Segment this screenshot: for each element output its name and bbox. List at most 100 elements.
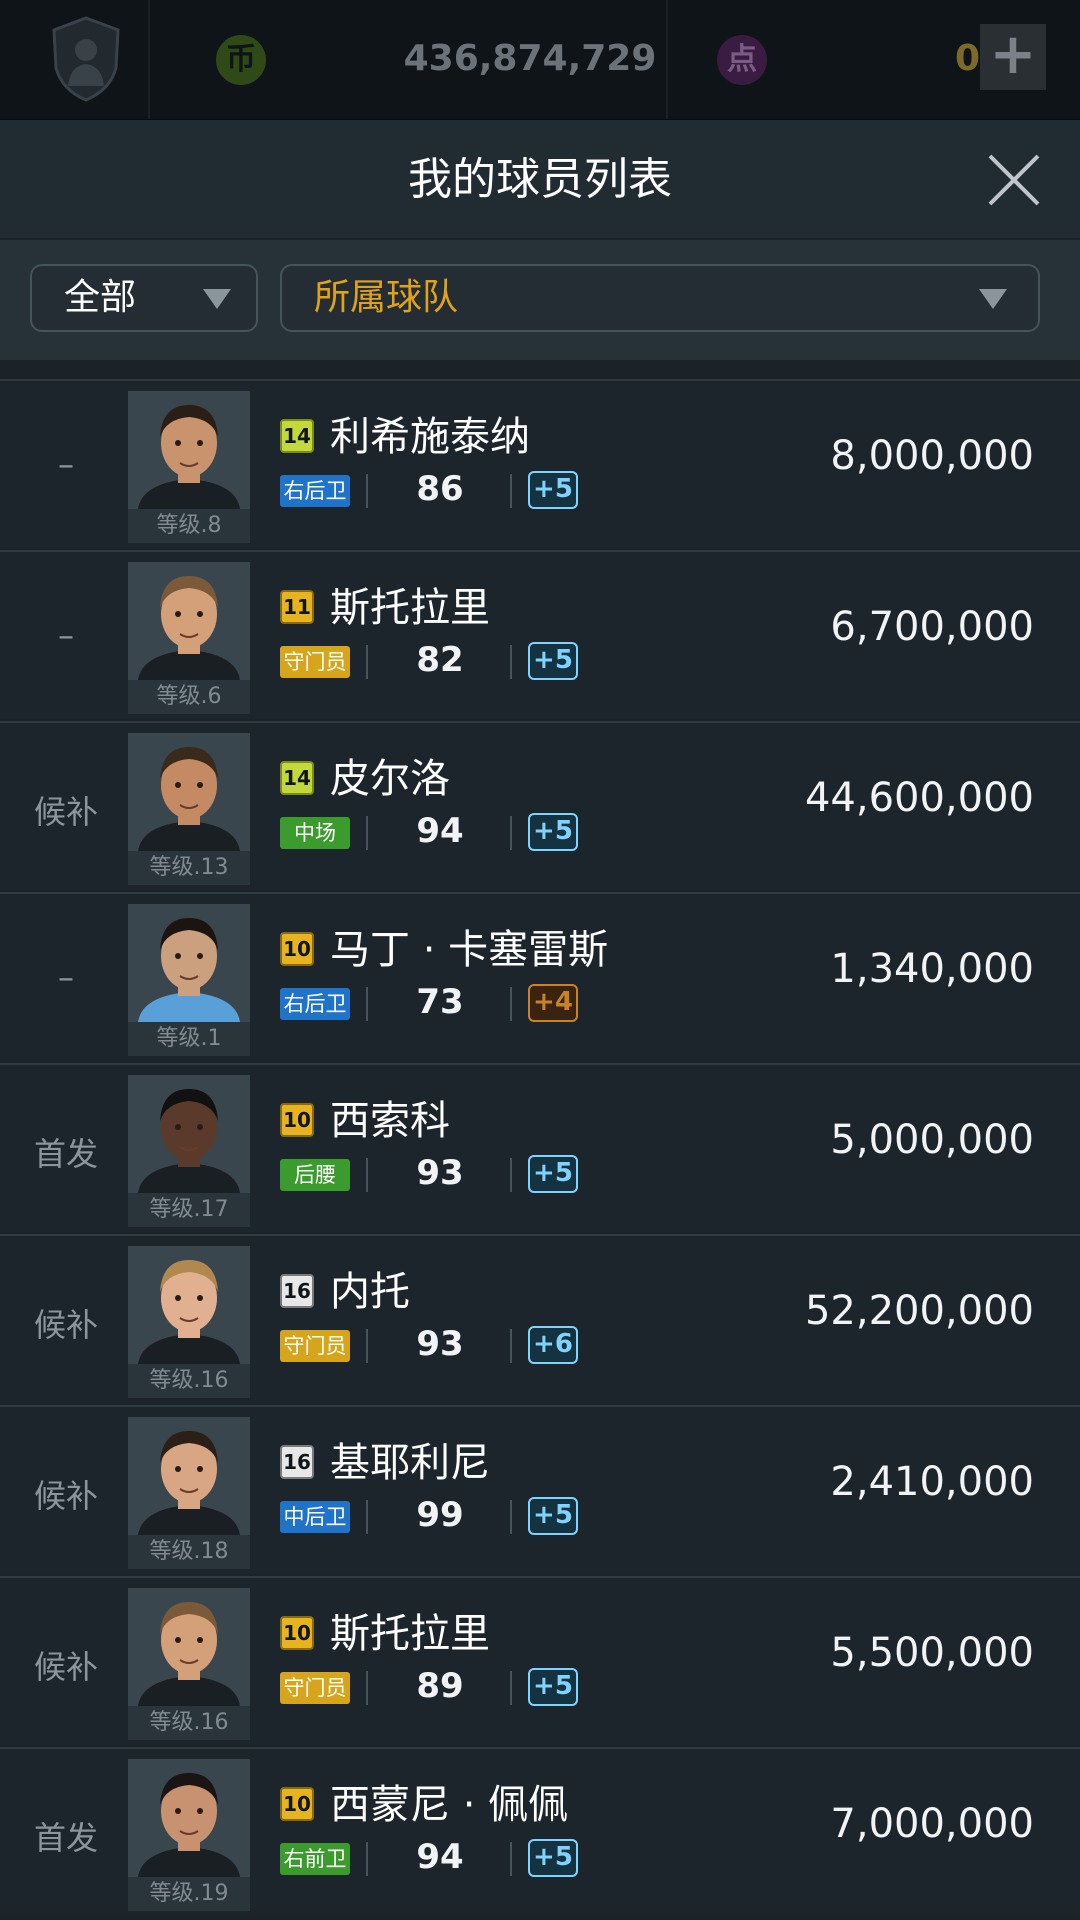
position-tag: 右后卫 — [280, 988, 350, 1020]
divider — [148, 0, 150, 119]
player-portrait[interactable]: 等级.16 — [128, 1588, 250, 1740]
player-photo-icon — [128, 1417, 250, 1535]
player-price: 1,340,000 — [830, 946, 1034, 992]
player-row[interactable]: – 等级.8 14 利希施泰纳 右后卫 86 +5 8,000,000 — [0, 379, 1080, 548]
player-row[interactable]: – 等级.6 11 斯托拉里 守门员 82 +5 6,700,000 — [0, 550, 1080, 719]
position-tag: 中场 — [280, 817, 350, 849]
divider — [366, 1671, 368, 1705]
point-icon: 点 — [717, 35, 767, 85]
team-dropdown[interactable]: 所属球队 — [280, 264, 1040, 332]
season-badge: 14 — [280, 419, 314, 453]
player-price: 5,000,000 — [830, 1117, 1034, 1163]
player-name: 斯托拉里 — [330, 585, 490, 631]
divider — [366, 987, 368, 1021]
player-price: 52,200,000 — [804, 1288, 1034, 1334]
manager-avatar-icon[interactable] — [50, 16, 122, 102]
player-portrait[interactable]: 等级.13 — [128, 733, 250, 885]
lineup-status: – — [58, 958, 74, 996]
chevron-down-icon — [979, 289, 1007, 309]
player-portrait[interactable]: 等级.19 — [128, 1759, 250, 1911]
player-row[interactable]: 首发 等级.17 10 西索科 后腰 93 +5 5,000,000 — [0, 1063, 1080, 1232]
coin-balance: 436,874,729 — [403, 38, 657, 79]
position-tag: 右前卫 — [280, 1843, 350, 1875]
divider — [366, 816, 368, 850]
season-badge: 11 — [280, 590, 314, 624]
divider — [666, 0, 668, 119]
player-portrait[interactable]: 等级.1 — [128, 904, 250, 1056]
player-level: 等级.13 — [128, 851, 250, 885]
player-portrait[interactable]: 等级.16 — [128, 1246, 250, 1398]
point-balance: 0 — [954, 38, 980, 79]
overall-rating: 82 — [416, 640, 464, 680]
position-tag: 中后卫 — [280, 1501, 350, 1533]
enhance-level-badge: +5 — [528, 1668, 578, 1706]
player-price: 44,600,000 — [804, 775, 1034, 821]
player-photo-icon — [128, 1588, 250, 1706]
divider — [510, 645, 512, 679]
category-dropdown[interactable]: 全部 — [30, 264, 258, 332]
chevron-down-icon — [203, 289, 231, 309]
player-level: 等级.18 — [128, 1535, 250, 1569]
player-photo-icon — [128, 562, 250, 680]
player-name: 马丁 · 卡塞雷斯 — [330, 927, 609, 973]
divider — [510, 1842, 512, 1876]
overall-rating: 86 — [416, 469, 464, 509]
player-row[interactable]: – 等级.1 10 马丁 · 卡塞雷斯 右后卫 73 +4 1,340,000 — [0, 892, 1080, 1061]
player-name: 内托 — [330, 1269, 410, 1315]
player-photo-icon — [128, 1075, 250, 1193]
player-name: 西索科 — [330, 1098, 450, 1144]
player-name: 利希施泰纳 — [330, 414, 530, 460]
player-row[interactable]: 候补 等级.18 16 基耶利尼 中后卫 99 +5 2,410,000 — [0, 1405, 1080, 1574]
enhance-level-badge: +5 — [528, 471, 578, 509]
lineup-status: – — [58, 445, 74, 483]
season-badge: 10 — [280, 1787, 314, 1821]
overall-rating: 89 — [416, 1666, 464, 1706]
player-price: 6,700,000 — [830, 604, 1034, 650]
player-photo-icon — [128, 1246, 250, 1364]
position-tag: 守门员 — [280, 1672, 350, 1704]
divider — [510, 1671, 512, 1705]
player-photo-icon — [128, 733, 250, 851]
divider — [510, 1158, 512, 1192]
close-icon[interactable] — [986, 152, 1042, 208]
player-level: 等级.17 — [128, 1193, 250, 1227]
season-badge: 14 — [280, 761, 314, 795]
season-badge: 16 — [280, 1274, 314, 1308]
overall-rating: 93 — [416, 1324, 464, 1364]
enhance-level-badge: +5 — [528, 1839, 578, 1877]
player-portrait[interactable]: 等级.17 — [128, 1075, 250, 1227]
player-row[interactable]: 候补 等级.13 14 皮尔洛 中场 94 +5 44,600,000 — [0, 721, 1080, 890]
enhance-level-badge: +5 — [528, 813, 578, 851]
page-title: 我的球员列表 — [408, 154, 672, 205]
player-row[interactable]: 首发 等级.19 10 西蒙尼 · 佩佩 右前卫 94 +5 7,000,000 — [0, 1747, 1080, 1916]
overall-rating: 73 — [416, 982, 464, 1022]
divider — [366, 1329, 368, 1363]
player-level: 等级.1 — [128, 1022, 250, 1056]
lineup-status: 候补 — [33, 1306, 98, 1344]
player-photo-icon — [128, 391, 250, 509]
position-tag: 后腰 — [280, 1159, 350, 1191]
overall-rating: 94 — [416, 1837, 464, 1877]
player-portrait[interactable]: 等级.8 — [128, 391, 250, 543]
lineup-status: 候补 — [33, 793, 98, 831]
lineup-status: 首发 — [33, 1135, 98, 1173]
divider — [366, 1500, 368, 1534]
add-points-button[interactable]: + — [980, 24, 1046, 90]
player-level: 等级.8 — [128, 509, 250, 543]
lineup-status: 候补 — [33, 1648, 98, 1686]
team-dropdown-label: 所属球队 — [314, 277, 459, 318]
divider — [510, 1329, 512, 1363]
lineup-status: 首发 — [33, 1819, 98, 1857]
player-level: 等级.19 — [128, 1877, 250, 1911]
player-portrait[interactable]: 等级.18 — [128, 1417, 250, 1569]
divider — [366, 474, 368, 508]
category-dropdown-label: 全部 — [64, 277, 137, 318]
player-level: 等级.16 — [128, 1364, 250, 1398]
coin-icon: 币 — [216, 35, 266, 85]
player-name: 皮尔洛 — [330, 756, 450, 802]
player-price: 5,500,000 — [830, 1630, 1034, 1676]
player-row[interactable]: 候补 等级.16 10 斯托拉里 守门员 89 +5 5,500,000 — [0, 1576, 1080, 1745]
player-row[interactable]: 候补 等级.16 16 内托 守门员 93 +6 52,200,000 — [0, 1234, 1080, 1403]
divider — [510, 816, 512, 850]
player-portrait[interactable]: 等级.6 — [128, 562, 250, 714]
